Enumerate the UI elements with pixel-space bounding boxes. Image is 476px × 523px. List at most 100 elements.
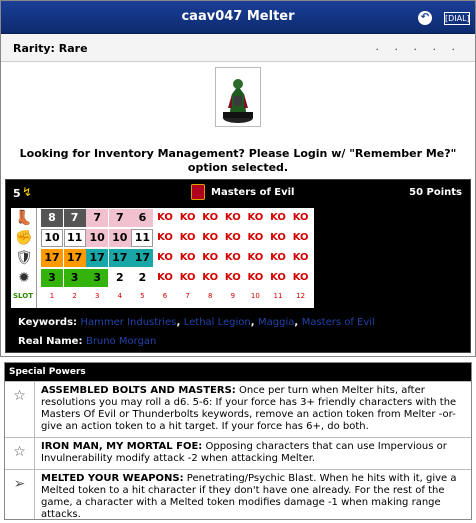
figure-image bbox=[223, 79, 253, 123]
dial-cell-defense: 17 bbox=[63, 249, 86, 267]
dial-cell-attack: KO bbox=[267, 229, 289, 247]
dial-cell-damage: KO bbox=[267, 269, 289, 287]
dial-cell-defense: KO bbox=[199, 249, 222, 267]
dial-cell-speed: KO bbox=[289, 209, 312, 227]
fist-icon: ✊ bbox=[15, 230, 33, 246]
team-logo-icon bbox=[191, 184, 205, 200]
dial-cell-defense: KO bbox=[154, 249, 176, 267]
dial-button[interactable]: [DIAL] bbox=[444, 12, 470, 25]
power-item: ☆ IRON MAN, MY MORTAL FOE: Opposing char… bbox=[5, 437, 471, 469]
slot-number: 5 bbox=[140, 292, 145, 300]
power-name: ASSEMBLED BOLTS AND MASTERS: bbox=[41, 385, 236, 396]
dial-cell-attack: 11 bbox=[63, 229, 86, 247]
power-item: ☆ ASSEMBLED BOLTS AND MASTERS: Once per … bbox=[5, 381, 471, 437]
slot-number: 2 bbox=[72, 292, 77, 300]
dial-cell-attack: KO bbox=[176, 229, 199, 247]
login-message: Looking for Inventory Management? Please… bbox=[19, 147, 457, 174]
dial-cell-defense: 17 bbox=[108, 249, 131, 267]
keyword-separator: , bbox=[176, 317, 184, 328]
dial-cell-defense: KO bbox=[221, 249, 244, 267]
keyword-separator: , bbox=[294, 317, 302, 328]
dial-cell-speed: KO bbox=[176, 209, 199, 227]
slot-number: 12 bbox=[296, 292, 306, 300]
dial-cell-damage: KO bbox=[176, 269, 199, 287]
power-name: MELTED YOUR WEAPONS: bbox=[41, 473, 184, 484]
realname-value[interactable]: Bruno Morgan bbox=[86, 336, 156, 347]
realname-row: Real Name: Bruno Morgan bbox=[18, 336, 156, 347]
boot-icon: 👢 bbox=[15, 210, 33, 226]
keyword-separator: , bbox=[250, 317, 259, 328]
dial-cell-defense: KO bbox=[244, 249, 267, 267]
slot-number: 8 bbox=[207, 292, 213, 300]
team-name: Masters of Evil bbox=[211, 187, 295, 198]
star-icon: ☆ bbox=[5, 438, 35, 469]
keywords-row: Keywords: Hammer Industries, Lethal Legi… bbox=[18, 317, 375, 328]
dial-cell-speed: KO bbox=[199, 209, 222, 227]
dial-cell-attack: 10 bbox=[108, 229, 131, 247]
character-card: 5 ↯ Masters of Evil 50 Points 👢 ✊ 🛡 ✹ SL… bbox=[5, 179, 471, 353]
blaster-icon: ➢ bbox=[5, 470, 35, 519]
dial-cell-damage: 3 bbox=[86, 269, 109, 287]
slot-number: 6 bbox=[162, 292, 168, 300]
slot-number: 1 bbox=[49, 292, 55, 300]
slot-number: 9 bbox=[230, 292, 236, 300]
dial-cell-speed: KO bbox=[221, 209, 244, 227]
dial-cell-damage: KO bbox=[244, 269, 267, 287]
special-powers-heading: Special Powers bbox=[5, 363, 471, 381]
dial-cell-speed: 7 bbox=[108, 209, 131, 227]
slot-number: 10 bbox=[250, 292, 260, 300]
star-icon: ☆ bbox=[5, 382, 35, 437]
slot-number: 7 bbox=[185, 292, 190, 300]
back-arrow-icon[interactable]: ↶ bbox=[418, 11, 432, 25]
dial-cell-damage: KO bbox=[289, 269, 312, 287]
dial-cell-speed: 7 bbox=[63, 209, 86, 227]
dial-cell-speed: KO bbox=[244, 209, 267, 227]
slot-number: 11 bbox=[273, 292, 283, 300]
dial-cell-speed: 7 bbox=[86, 209, 109, 227]
bolt-icon: ↯ bbox=[22, 185, 33, 199]
figure-window: caav047 Melter ↶ [DIAL] Rarity: Rare . .… bbox=[0, 0, 476, 357]
dial-cell-defense: KO bbox=[176, 249, 199, 267]
slot-number: 3 bbox=[94, 292, 100, 300]
power-item: ➢ MELTED YOUR WEAPONS: Penetrating/Psych… bbox=[5, 469, 471, 520]
dial-cell-attack: KO bbox=[289, 229, 312, 247]
power-name: IRON MAN, MY MORTAL FOE: bbox=[41, 441, 203, 452]
starburst-icon: ✹ bbox=[18, 270, 30, 286]
points-value: 50 Points bbox=[409, 187, 462, 198]
dial-cell-damage: 3 bbox=[63, 269, 86, 287]
shield-icon: 🛡 bbox=[15, 250, 33, 266]
keyword-list: Hammer Industries, Lethal Legion, Maggia… bbox=[81, 317, 375, 328]
dial-cell-damage: KO bbox=[154, 269, 176, 287]
dial-cell-attack: 10 bbox=[41, 229, 63, 247]
dial-cell-attack: 10 bbox=[86, 229, 109, 247]
dial-cell-attack: KO bbox=[154, 229, 176, 247]
dial-cell-speed: KO bbox=[154, 209, 176, 227]
realname-label: Real Name: bbox=[18, 336, 83, 347]
figure-thumbnail[interactable] bbox=[215, 67, 261, 127]
dial-cell-defense: KO bbox=[267, 249, 289, 267]
slot-number: 4 bbox=[117, 292, 123, 300]
dial-cell-damage: 2 bbox=[108, 269, 131, 287]
dial-cell-defense: KO bbox=[289, 249, 312, 267]
keyword-link[interactable]: Maggia bbox=[258, 317, 294, 328]
dial-cell-attack: KO bbox=[244, 229, 267, 247]
keyword-link[interactable]: Hammer Industries bbox=[81, 317, 177, 328]
rarity-label: Rarity: Rare bbox=[13, 42, 88, 55]
slot-label: SLOT bbox=[13, 292, 33, 300]
dial-cell-defense: 17 bbox=[86, 249, 109, 267]
dial-cell-defense: 17 bbox=[41, 249, 63, 267]
dial-cell-damage: 3 bbox=[41, 269, 63, 287]
keywords-label: Keywords: bbox=[18, 317, 78, 328]
dial-cell-damage: KO bbox=[199, 269, 222, 287]
dial-cell-defense: 17 bbox=[131, 249, 154, 267]
keyword-link[interactable]: Lethal Legion bbox=[184, 317, 251, 328]
rarity-row: Rarity: Rare . . . . . bbox=[1, 34, 475, 62]
dial-cell-attack: KO bbox=[221, 229, 244, 247]
titlebar: caav047 Melter ↶ [DIAL] bbox=[1, 1, 475, 34]
dial-cell-speed: 6 bbox=[131, 209, 154, 227]
dial-cell-speed: 8 bbox=[41, 209, 63, 227]
stat-icons-column: 👢 ✊ 🛡 ✹ SLOT bbox=[11, 208, 37, 308]
dial-cell-damage: KO bbox=[221, 269, 244, 287]
card-header: 5 ↯ Masters of Evil 50 Points bbox=[6, 180, 472, 204]
keyword-link[interactable]: Masters of Evil bbox=[302, 317, 375, 328]
